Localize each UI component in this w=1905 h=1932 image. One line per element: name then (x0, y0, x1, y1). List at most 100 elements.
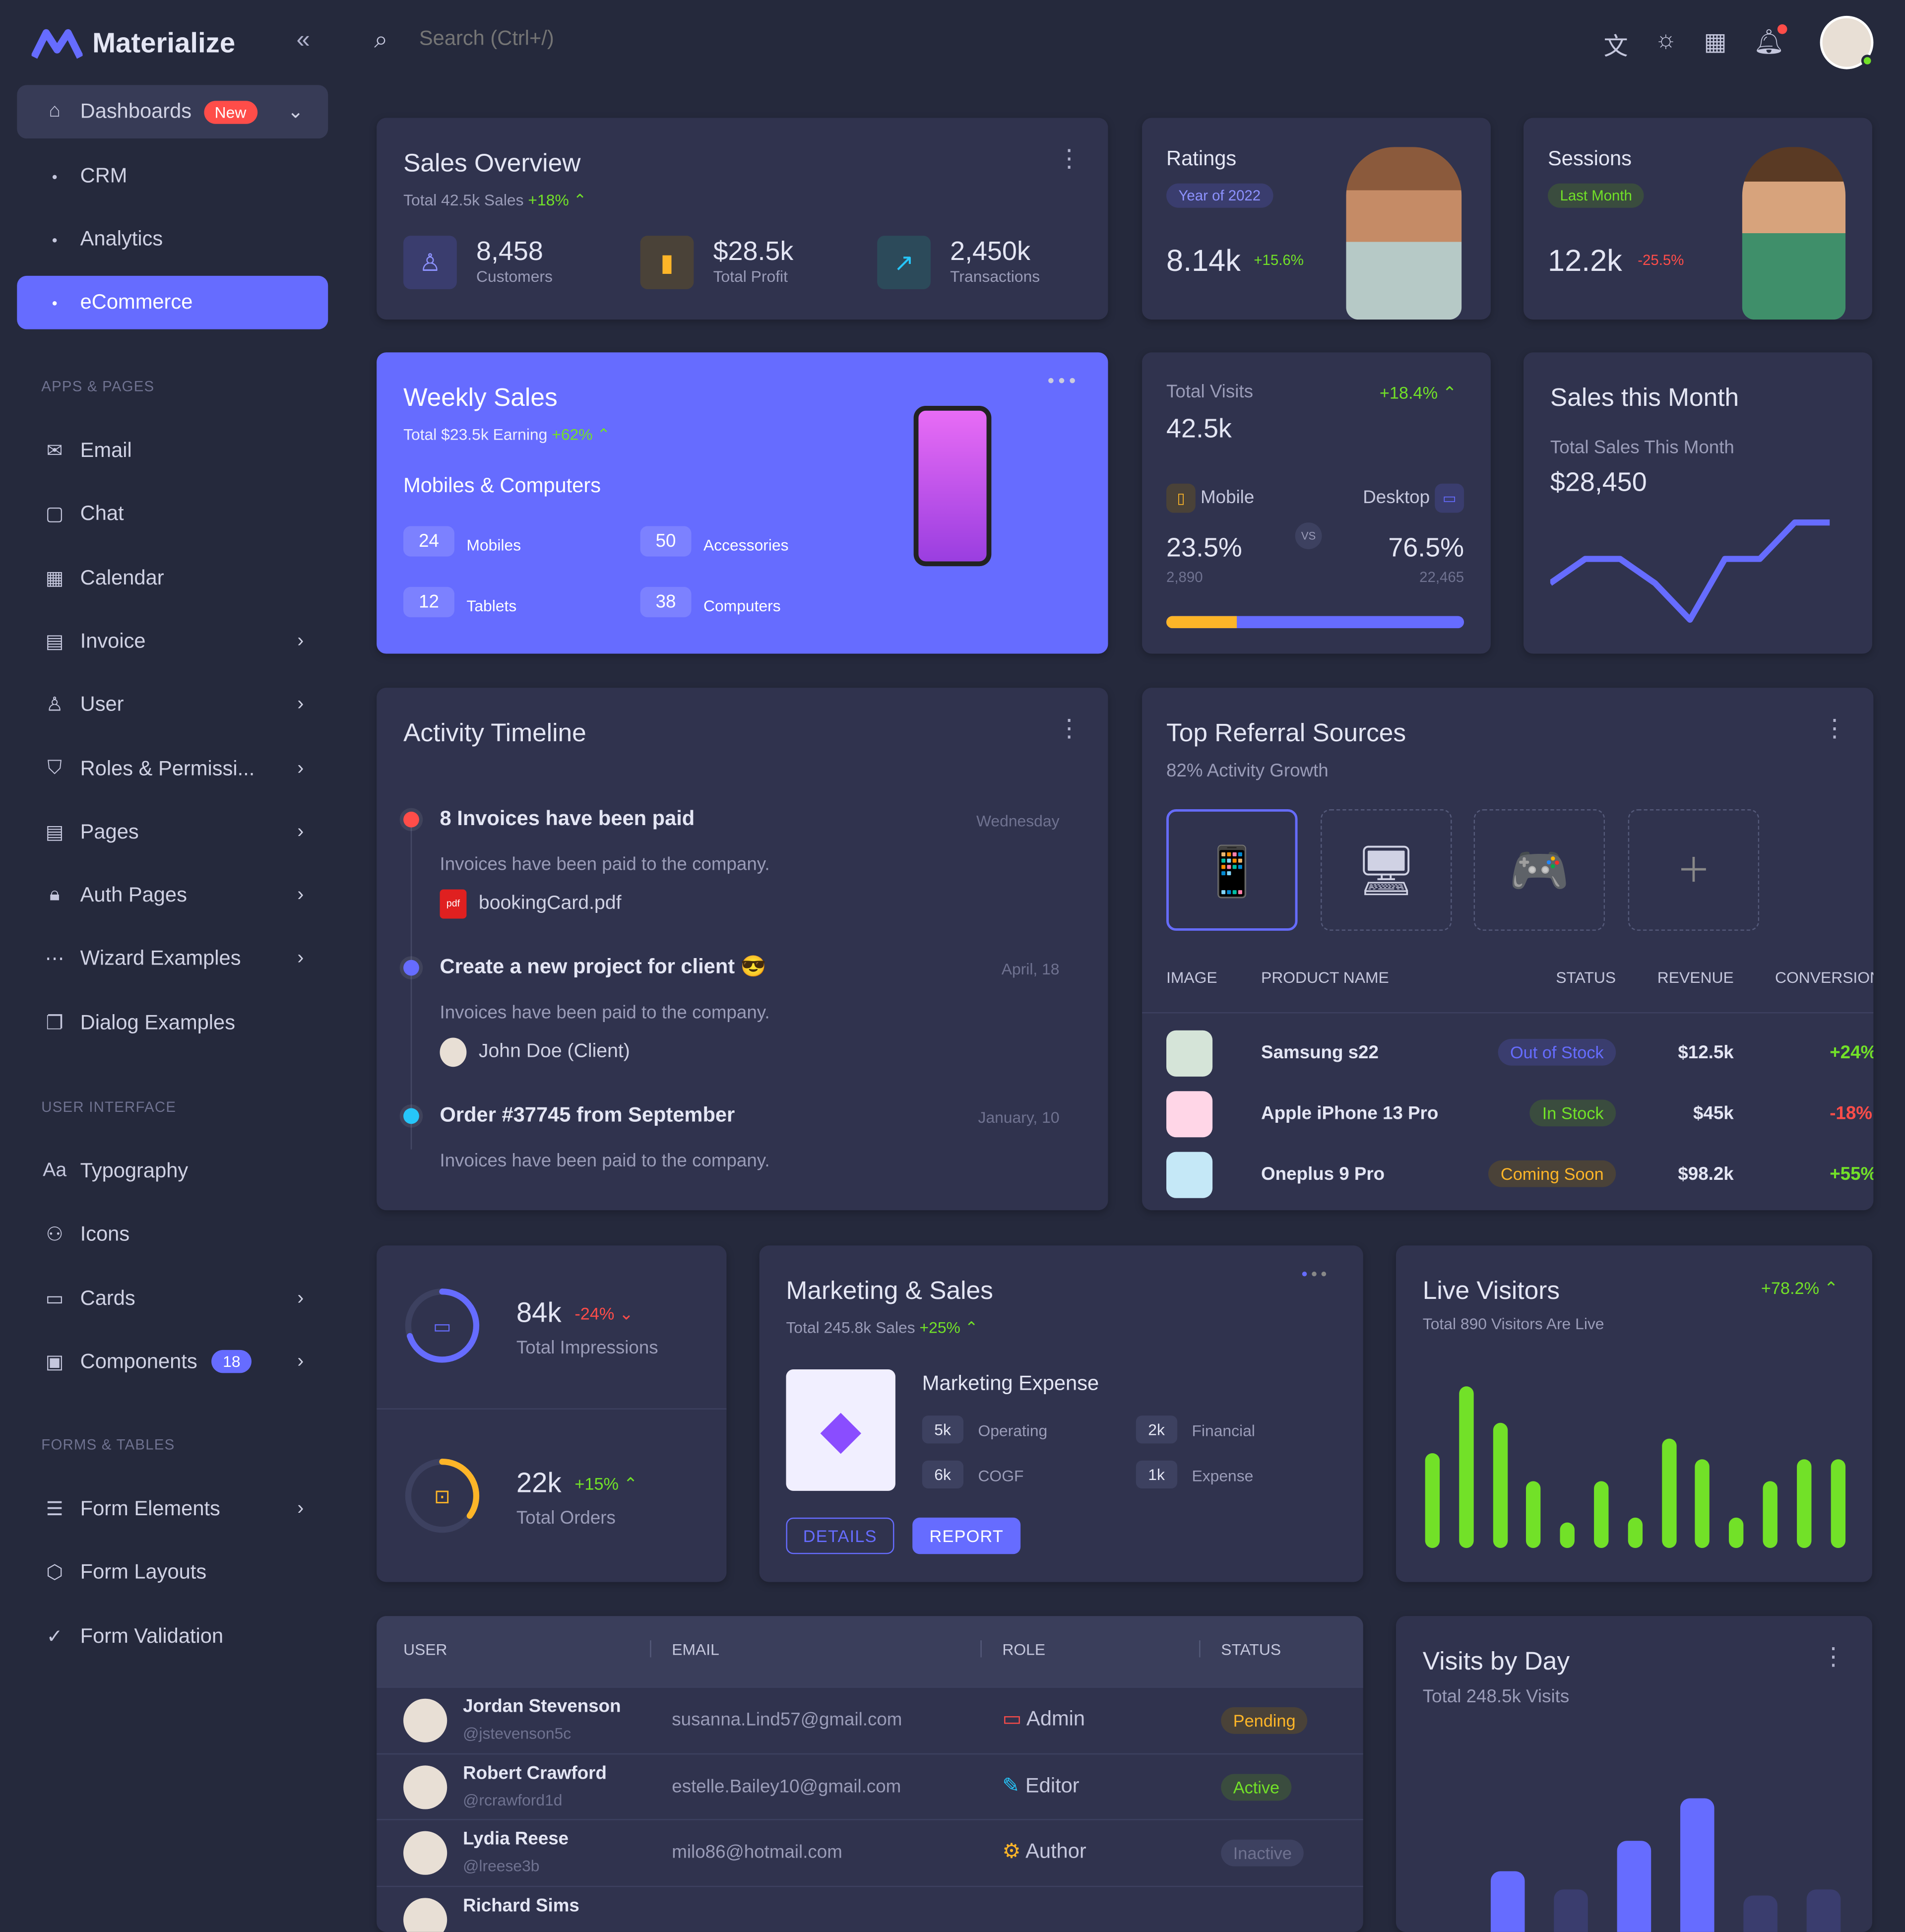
tab-console[interactable]: 🎮 (1473, 809, 1605, 931)
character-illustration (1346, 147, 1462, 320)
attachment[interactable]: pdf bookingCard.pdf (440, 889, 621, 919)
tab-mobile[interactable]: 📱 (1166, 809, 1298, 931)
status-badge: Coming Soon (1488, 1160, 1616, 1187)
phone-illustration (913, 405, 992, 567)
sidebar-item-5[interactable]: ⛉ Roles & Permissi... › (17, 742, 328, 795)
card-title: Ratings (1166, 147, 1237, 170)
item-value: 12 (403, 586, 454, 618)
timeline-date: Wednesday (976, 811, 1060, 830)
collapse-sidebar-icon[interactable]: « (297, 27, 310, 55)
attachment[interactable]: John Doe (Client) (440, 1037, 630, 1067)
role: Editor (1025, 1773, 1080, 1797)
sidebar-item-1[interactable]: ⚇ Icons (17, 1208, 328, 1262)
card-title: Activity Timeline (403, 719, 586, 748)
sun-icon[interactable]: ☼ (1655, 27, 1677, 62)
col-header: CONVERSION (1775, 968, 1874, 987)
sidebar-item-0[interactable]: ☰ Form Elements › (17, 1482, 328, 1536)
item-label: Tablets (466, 596, 517, 615)
avatar (403, 1698, 447, 1742)
dot-icon: ● (52, 234, 58, 245)
sidebar-item-7[interactable]: 🔒︎ Auth Pages › (17, 869, 328, 922)
col-header: IMAGE (1166, 968, 1217, 987)
character-illustration (1742, 147, 1846, 320)
sidebar-item-1[interactable]: ⬡ Form Layouts (17, 1546, 328, 1600)
live-bar (1594, 1481, 1609, 1548)
archive-icon: ▣ (45, 1352, 64, 1373)
label: Cards (80, 1286, 135, 1310)
chip: Last Month (1548, 183, 1645, 208)
change: +62% (552, 425, 593, 444)
sessions-card: Sessions Last Month 12.2k -25.5% (1524, 118, 1872, 320)
more-vertical-icon[interactable]: ⋮ (1057, 147, 1081, 171)
sidebar-item-0[interactable]: Aa Typography (17, 1145, 328, 1198)
sidebar-item-ecommerce[interactable]: ● eCommerce (17, 275, 328, 329)
card-title: Total Visits (1166, 381, 1253, 402)
carousel-dots[interactable]: ● ● ● (1047, 374, 1076, 387)
live-bar (1425, 1453, 1440, 1548)
sidebar-item-analytics[interactable]: ● Analytics (17, 213, 328, 266)
cube-icon: ⬡ (46, 1563, 64, 1584)
report-button[interactable]: REPORT (912, 1517, 1021, 1554)
chevron-right-icon: › (297, 948, 304, 969)
wizard-icon: ⋯ (45, 949, 64, 970)
add-tab-button[interactable]: ＋ (1628, 809, 1760, 931)
impressions-progress-ring: ▭ (405, 1288, 480, 1363)
more-vertical-icon[interactable]: ⋮ (1822, 717, 1846, 741)
chevron-right-icon: › (297, 1287, 304, 1308)
label: Form Layouts (80, 1560, 207, 1584)
sidebar-item-3[interactable]: ▤ Invoice › (17, 615, 328, 668)
details-button[interactable]: DETAILS (786, 1517, 894, 1554)
revenue: $98.2k (1678, 1164, 1734, 1185)
grid-icon[interactable]: ▦ (1704, 27, 1726, 62)
home-icon: ⌂ (49, 101, 61, 122)
dot-icon: ● (52, 171, 58, 182)
card-title: Top Referral Sources (1166, 719, 1406, 748)
sidebar-item-dashboards[interactable]: ⌂ Dashboards New ⌄ (17, 85, 328, 139)
user-name: Robert Crawford (463, 1762, 607, 1783)
sidebar-item-2[interactable]: ▦ Calendar (17, 551, 328, 605)
sidebar-item-0[interactable]: ✉ Email (17, 424, 328, 478)
value: 42.5k (1166, 413, 1232, 444)
product-name: Samsung s22 (1261, 1042, 1379, 1063)
sidebar-item-2[interactable]: ▭ Cards › (17, 1272, 328, 1325)
item-label: Mobiles (466, 536, 521, 554)
sidebar-item-2[interactable]: ✓ Form Validation (17, 1610, 328, 1663)
sidebar-item-9[interactable]: ❐ Dialog Examples (17, 996, 328, 1049)
chevron-right-icon: › (297, 694, 304, 715)
attachment-label: John Doe (Client) (478, 1041, 630, 1062)
desktop-count: 22,465 (1419, 569, 1464, 586)
copy-icon: ❐ (46, 1013, 64, 1034)
avatar[interactable] (1820, 15, 1874, 69)
tab-desktop[interactable]: 🖥 (1321, 809, 1452, 931)
chevron-right-icon: › (297, 885, 304, 905)
sidebar-item-4[interactable]: ♙ User › (17, 678, 328, 732)
sidebar-item-crm[interactable]: ● CRM (17, 149, 328, 203)
label: Dialog Examples (80, 1010, 236, 1034)
item-label: Accessories (703, 536, 789, 554)
sidebar-item-8[interactable]: ⋯ Wizard Examples › (17, 932, 328, 986)
change: -24% (574, 1303, 615, 1323)
mobile-icon: ▯ (1166, 483, 1196, 513)
more-vertical-icon[interactable]: ⋮ (1821, 1645, 1845, 1670)
user-name: Jordan Stevenson (463, 1696, 621, 1717)
typography-icon: Aa (43, 1160, 67, 1181)
ratings-card: Ratings Year of 2022 8.14k +15.6% (1142, 118, 1491, 320)
carousel-dots[interactable]: ● ● ● (1301, 1267, 1327, 1279)
label: Calendar (80, 566, 164, 589)
live-bar (1628, 1517, 1643, 1548)
impressions-orders-card: ▭ 84k -24% ⌄ Total Impressions ⊡ 22k +15% ⌃ Tot… (377, 1245, 727, 1582)
sidebar-item-1[interactable]: ▢ Chat (17, 488, 328, 541)
sidebar-item-6[interactable]: ▤ Pages › (17, 805, 328, 859)
more-vertical-icon[interactable]: ⋮ (1057, 717, 1081, 741)
brand[interactable]: Materialize (31, 27, 235, 60)
avatar (440, 1037, 467, 1067)
form-icon: ☰ (46, 1499, 64, 1520)
stat-2: ↗ 2,450k Transactions (877, 236, 1040, 289)
sidebar-item-3[interactable]: ▣ Components 18 › (17, 1335, 328, 1389)
item-label: Expense (1192, 1466, 1254, 1485)
status-badge: Pending (1221, 1707, 1308, 1734)
search-icon[interactable]: ⌕ (374, 27, 387, 55)
translate-icon[interactable]: 文 (1604, 27, 1628, 62)
search-input[interactable] (419, 26, 905, 51)
bell-icon[interactable]: 🔔︎ (1754, 24, 1787, 62)
